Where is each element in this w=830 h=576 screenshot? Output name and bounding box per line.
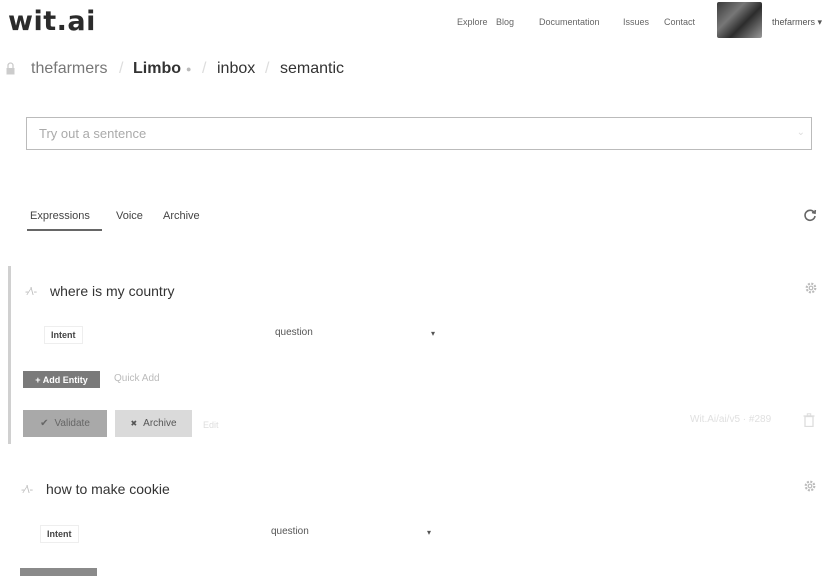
entity-label[interactable]: Intent xyxy=(44,326,83,344)
sentence-input-box: ⌄ xyxy=(26,117,812,150)
sentence-input[interactable] xyxy=(27,118,811,149)
expression-text[interactable]: how to make cookie xyxy=(46,481,170,497)
user-menu[interactable]: thefarmers ▾ xyxy=(772,17,822,28)
breadcrumb-inbox[interactable]: inbox xyxy=(217,60,255,78)
gear-icon[interactable] xyxy=(803,479,817,493)
chevron-down-icon[interactable]: ▾ xyxy=(431,329,435,338)
activity-icon: -⁄\- xyxy=(21,484,34,496)
nav-issues[interactable]: Issues xyxy=(623,17,649,27)
input-caret-icon: ⌄ xyxy=(796,127,805,138)
nav-explore[interactable]: Explore xyxy=(457,17,488,27)
breadcrumb-separator: / xyxy=(119,60,124,77)
validate-label: Validate xyxy=(54,418,90,429)
expression-text[interactable]: where is my country xyxy=(50,283,174,299)
validate-button[interactable]: ✔ Validate xyxy=(23,410,107,437)
breadcrumb-app[interactable]: Limbo xyxy=(133,60,181,78)
check-icon: ✔ xyxy=(40,418,49,429)
tab-expressions[interactable]: Expressions xyxy=(30,210,90,222)
add-entity-button[interactable]: + Add Entity xyxy=(23,371,100,388)
gear-icon[interactable] xyxy=(804,281,818,295)
add-entity-button[interactable] xyxy=(20,568,97,576)
entity-value[interactable]: question xyxy=(271,526,309,537)
app-status-dot: ● xyxy=(186,64,192,74)
active-tab-underline xyxy=(27,229,102,231)
entity-label[interactable]: Intent xyxy=(40,525,79,543)
breadcrumb-org[interactable]: thefarmers xyxy=(31,60,107,78)
quick-add-link[interactable]: Quick Add xyxy=(114,373,160,384)
tab-voice[interactable]: Voice xyxy=(116,210,143,222)
chevron-down-icon[interactable]: ▾ xyxy=(427,528,431,537)
nav-contact[interactable]: Contact xyxy=(664,17,695,27)
expression-meta: Wit.Ai/ai/v5 · #289 xyxy=(690,414,772,425)
entity-value[interactable]: question xyxy=(275,327,313,338)
archive-button[interactable]: ✖ Archive xyxy=(115,410,192,437)
archive-label: Archive xyxy=(143,418,177,429)
breadcrumb-separator: / xyxy=(265,60,270,77)
tab-archive[interactable]: Archive xyxy=(163,210,200,222)
wit-ai-logo[interactable]: wit.ai xyxy=(8,6,96,37)
nav-blog[interactable]: Blog xyxy=(496,17,514,27)
avatar[interactable] xyxy=(717,2,762,38)
card-left-border xyxy=(8,266,11,444)
breadcrumb-separator: / xyxy=(202,60,207,77)
nav-documentation[interactable]: Documentation xyxy=(539,17,600,27)
refresh-icon[interactable] xyxy=(803,208,817,222)
trash-icon[interactable] xyxy=(803,413,815,427)
breadcrumb-semantic[interactable]: semantic xyxy=(280,60,344,78)
edit-link[interactable]: Edit xyxy=(203,420,219,430)
lock-icon xyxy=(6,62,15,75)
close-icon: ✖ xyxy=(130,419,138,428)
activity-icon: -⁄\- xyxy=(25,286,38,298)
